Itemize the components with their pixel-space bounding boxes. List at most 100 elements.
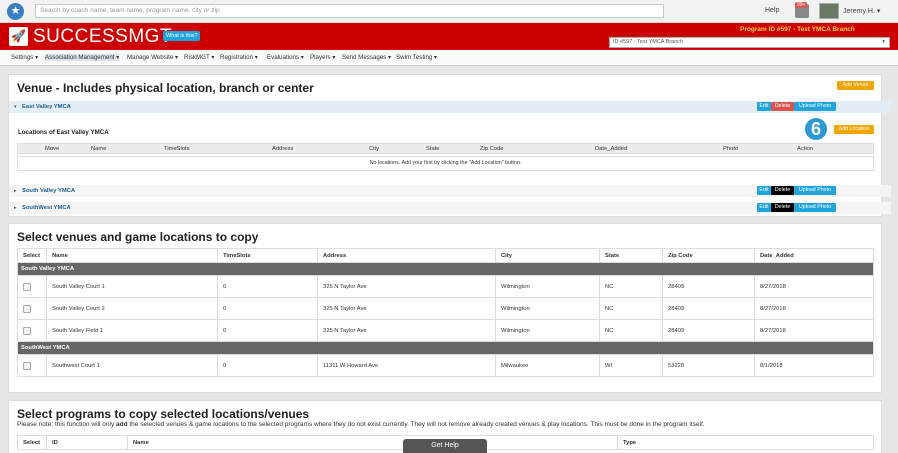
menu-registration[interactable]: Registration ▾ [220, 54, 258, 61]
copy-table: Select Name TimeSlots Address City State… [17, 248, 874, 377]
program-id-label: Program ID #597 - Test YMCA Branch [740, 26, 855, 33]
add-location-button[interactable]: Add Location [834, 125, 874, 134]
caret-down-icon[interactable]: ▾ [14, 104, 17, 110]
get-help-button[interactable]: Get Help [403, 439, 487, 453]
add-venue-button[interactable]: Add Venue [837, 81, 874, 90]
menu-players[interactable]: Players ▾ [310, 54, 335, 61]
cell-zip: 53228 [662, 354, 755, 377]
group-header: SouthWest YMCA [17, 341, 874, 355]
col-zip: Zip Code [480, 146, 504, 152]
col-city: City [495, 248, 600, 263]
table-row: South Valley Field 1 0 325 N Taylor Ave … [17, 319, 874, 342]
cell-timeslots: 0 [217, 275, 318, 298]
row-checkbox[interactable] [23, 361, 31, 370]
brand-bar: 🚀 SUCCESSMGT What is this? Program ID #5… [0, 23, 898, 50]
chevron-down-icon: ▾ [882, 39, 885, 45]
cell-city: Wilmington [495, 275, 600, 298]
col-address: Address [317, 248, 496, 263]
venue-row-east-valley[interactable]: ▾ East Valley YMCA Edit Delete Upload Ph… [9, 101, 891, 113]
edit-button[interactable]: Edit [757, 186, 771, 195]
row-checkbox[interactable] [23, 282, 31, 291]
program-select-value: ID #597 - Test YMCA Branch [613, 39, 684, 45]
cell-city: Milwaukee [495, 354, 600, 377]
row-checkbox[interactable] [23, 304, 31, 313]
col-photo: Photo [723, 146, 739, 152]
col-date-added: Date_Added [595, 146, 628, 152]
cell-zip: 28409 [662, 297, 755, 320]
copy-title: Select venues and game locations to copy [17, 230, 259, 244]
col-move: Move [45, 146, 60, 152]
upload-photo-button[interactable]: Upload Photo [794, 203, 836, 212]
cell-address: 325 N Taylor Ave [317, 275, 496, 298]
menu-swim-testing[interactable]: Swim Testing ▾ [396, 54, 437, 61]
edit-button[interactable]: Edit [757, 203, 771, 212]
copy-panel: Select venues and game locations to copy… [8, 223, 882, 393]
cell-timeslots: 0 [217, 319, 318, 342]
inbox-count-badge: 99+ [795, 2, 808, 8]
cell-state: NC [599, 275, 663, 298]
cell-zip: 28409 [662, 319, 755, 342]
star-logo-icon[interactable]: ★ [7, 3, 24, 20]
col-action: Action [797, 146, 814, 152]
col-date-added: Date_Added [754, 248, 874, 263]
delete-button[interactable]: Delete [771, 186, 794, 195]
cell-address: 325 N Taylor Ave [317, 297, 496, 320]
venue-name[interactable]: South Valley YMCA [22, 188, 75, 194]
programs-title: Select programs to copy selected locatio… [17, 407, 310, 421]
col-type: Type [617, 435, 874, 450]
cell-timeslots: 0 [217, 354, 318, 377]
caret-right-icon[interactable]: ▸ [14, 205, 17, 211]
cell-date: 8/27/2018 [754, 297, 874, 320]
search-input[interactable]: Search by coach name, team name, program… [35, 4, 664, 18]
edit-button[interactable]: Edit [757, 102, 771, 111]
note-prefix: Please note: this function will only [17, 421, 116, 428]
group-header: South Valley YMCA [17, 262, 874, 276]
cell-state: NC [599, 297, 663, 320]
venue-title: Venue - Includes physical location, bran… [17, 81, 314, 95]
cell-name: South Valley Field 1 [46, 319, 218, 342]
cell-address: 325 N Taylor Ave [317, 319, 496, 342]
cell-zip: 28409 [662, 275, 755, 298]
menu-evaluations[interactable]: Evaluations ▾ [267, 54, 304, 61]
rocket-logo-icon: 🚀 [9, 27, 28, 46]
top-bar: ★ Search by coach name, team name, progr… [0, 0, 898, 23]
col-name: Name [127, 435, 618, 450]
caret-right-icon[interactable]: ▸ [14, 188, 17, 194]
cell-name: South Valley Court 2 [46, 297, 218, 320]
help-link[interactable]: Help [765, 7, 779, 14]
brand-name: SUCCESSMGT [33, 26, 173, 47]
venue-row-south-valley[interactable]: ▸ South Valley YMCA Edit Delete Upload P… [9, 185, 891, 197]
menu-riskmgt[interactable]: RiskMGT ▾ [184, 54, 215, 61]
cell-city: Wilmington [495, 297, 600, 320]
whats-this-button[interactable]: What is this? [163, 31, 201, 41]
row-checkbox[interactable] [23, 326, 31, 335]
program-select[interactable]: ID #597 - Test YMCA Branch ▾ [609, 37, 890, 48]
venue-name[interactable]: SouthWest YMCA [22, 205, 71, 211]
col-timeslots: TimeSlots [164, 146, 190, 152]
menu-settings[interactable]: Settings ▾ [11, 54, 38, 61]
locations-title: Locations of East Valley YMCA [18, 129, 109, 136]
step-number-badge: 6 [803, 116, 829, 142]
upload-photo-button[interactable]: Upload Photo [794, 186, 836, 195]
table-row: Southwest Court 1 0 11311 W Howard Ave M… [17, 354, 874, 377]
cell-city: Wilmington [495, 319, 600, 342]
locations-table-header: Move Name TimeSlots Address City State Z… [17, 143, 874, 154]
col-timeslots: TimeSlots [217, 248, 318, 263]
delete-button[interactable]: Delete [771, 102, 794, 111]
main-menu: Settings ▾ Association Management ▾ Mana… [0, 50, 898, 66]
delete-button[interactable]: Delete [771, 203, 794, 212]
note-bold: add [116, 421, 128, 428]
avatar[interactable] [819, 3, 839, 19]
cell-state: NC [599, 319, 663, 342]
user-menu[interactable]: Jeremy H. ▾ [843, 7, 880, 15]
venue-panel: Venue - Includes physical location, bran… [8, 74, 891, 217]
menu-association-management[interactable]: Association Management ▾ [45, 54, 120, 61]
col-name: Name [46, 248, 218, 263]
table-row: South Valley Court 1 0 325 N Taylor Ave … [17, 275, 874, 298]
venue-name[interactable]: East Valley YMCA [22, 104, 71, 110]
menu-manage-website[interactable]: Manage Website ▾ [127, 54, 178, 61]
cell-date: 8/27/2018 [754, 319, 874, 342]
venue-row-southwest[interactable]: ▸ SouthWest YMCA Edit Delete Upload Phot… [9, 202, 891, 214]
menu-send-messages[interactable]: Send Messages ▾ [342, 54, 391, 61]
upload-photo-button[interactable]: Upload Photo [794, 102, 836, 111]
